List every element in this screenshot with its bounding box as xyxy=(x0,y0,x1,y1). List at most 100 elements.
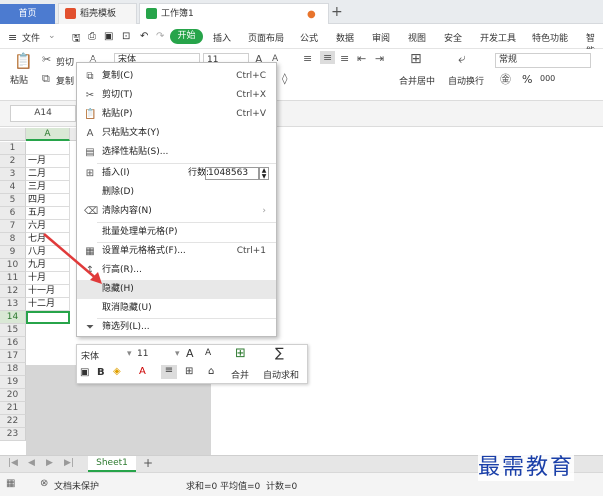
number-format-select[interactable]: 常规 xyxy=(495,53,591,68)
ctx-unhide[interactable]: 取消隐藏(U) xyxy=(77,299,276,318)
chevron-down-icon[interactable]: ▾ xyxy=(175,349,180,359)
cut-label[interactable]: 剪切 xyxy=(56,55,74,68)
menu-insert[interactable]: 插入 xyxy=(213,31,231,44)
wrap-text-label[interactable]: 自动换行 xyxy=(448,74,484,87)
row-header[interactable]: 15 xyxy=(0,324,26,337)
indent-increase-icon[interactable]: ⇥ xyxy=(375,52,384,65)
select-all-corner[interactable] xyxy=(0,128,26,141)
row-header[interactable]: 19 xyxy=(0,376,26,389)
row-header[interactable]: 20 xyxy=(0,389,26,402)
align-top-icon[interactable]: ≡ xyxy=(303,52,312,65)
save-icon[interactable]: 🖫 xyxy=(72,31,81,48)
cell-a14-selected[interactable] xyxy=(26,311,70,324)
row-header[interactable]: 9 xyxy=(0,246,26,259)
cell-a[interactable]: 四月 xyxy=(26,194,70,207)
autosum-icon[interactable]: ∑ xyxy=(275,346,284,361)
row-header[interactable]: 14 xyxy=(0,311,26,324)
row-header[interactable]: 21 xyxy=(0,402,26,415)
indent-decrease-icon[interactable]: ⇤ xyxy=(357,52,366,65)
row-header[interactable]: 8 xyxy=(0,233,26,246)
menu-file[interactable]: 文件 xyxy=(22,31,40,44)
next-sheet-icon[interactable]: ▶ xyxy=(46,458,53,468)
row-header[interactable]: 23 xyxy=(0,428,26,441)
row-header[interactable]: 6 xyxy=(0,207,26,220)
protection-status[interactable]: 文档未保护 xyxy=(54,479,99,492)
menu-data[interactable]: 数据 xyxy=(336,31,354,44)
row-header[interactable]: 22 xyxy=(0,415,26,428)
tab-workbook[interactable]: 工作簿1 ● xyxy=(139,3,329,24)
row-header[interactable]: 2 xyxy=(0,155,26,168)
paste-icon[interactable]: 📋 xyxy=(14,52,33,70)
merge-center-icon[interactable]: ⊞ xyxy=(410,51,422,67)
wrap-text-icon[interactable]: ⤶ xyxy=(458,51,466,67)
cell-a[interactable]: 一月 xyxy=(26,155,70,168)
fill-color-icon[interactable]: ◈ xyxy=(113,366,121,377)
spinner-icon[interactable]: ▲ ▼ xyxy=(259,167,269,180)
row-header[interactable]: 18 xyxy=(0,363,26,376)
row-header[interactable]: 7 xyxy=(0,220,26,233)
ctx-paste-text[interactable]: A 只粘贴文本(Y) xyxy=(77,124,276,143)
currency-icon[interactable]: ㊎ xyxy=(500,71,511,87)
format-painter-icon[interactable]: ▣ xyxy=(80,367,89,378)
paste-label[interactable]: 粘贴 xyxy=(10,73,28,86)
align-middle-icon[interactable]: ≡ xyxy=(320,51,336,64)
mini-merge-label[interactable]: 合并 xyxy=(231,368,249,381)
menu-review[interactable]: 审阅 xyxy=(372,31,390,44)
font-color-chevron-icon[interactable]: ◊ xyxy=(282,72,287,85)
menu-start[interactable]: 开始 xyxy=(170,29,203,44)
row-header[interactable]: 4 xyxy=(0,181,26,194)
chevron-down-icon[interactable]: ▾ xyxy=(127,349,132,359)
merge-center-label[interactable]: 合并居中 xyxy=(399,74,435,87)
ctx-paste[interactable]: 📋 粘贴(P) Ctrl+V xyxy=(77,105,276,124)
mini-font-name[interactable]: 宋体 xyxy=(81,349,99,362)
add-sheet-icon[interactable]: + xyxy=(143,456,153,470)
preview-icon[interactable]: ⊡ xyxy=(122,31,130,42)
cell-a[interactable]: 十二月 xyxy=(26,298,70,311)
decrease-font-icon[interactable]: A xyxy=(205,348,211,358)
redo-icon[interactable]: ↷ xyxy=(156,31,164,42)
mini-font-size[interactable]: 11 xyxy=(137,349,148,359)
row-header[interactable]: 11 xyxy=(0,272,26,285)
align-icon[interactable]: ≡ xyxy=(161,365,177,379)
tab-home[interactable]: 首页 xyxy=(0,4,55,25)
percent-button[interactable]: % xyxy=(522,73,532,86)
print-icon[interactable]: ▣ xyxy=(104,31,113,42)
hamburger-icon[interactable]: ≡ xyxy=(8,31,17,44)
sheet-tab-sheet1[interactable]: Sheet1 xyxy=(88,456,136,472)
cell-a[interactable]: 三月 xyxy=(26,181,70,194)
menu-view[interactable]: 视图 xyxy=(408,31,426,44)
row-header[interactable]: 16 xyxy=(0,337,26,350)
prev-sheet-icon[interactable]: ◀ xyxy=(28,458,35,468)
ctx-delete[interactable]: 删除(D) xyxy=(77,183,276,202)
first-sheet-icon[interactable]: |◀ xyxy=(8,458,18,468)
last-sheet-icon[interactable]: ▶| xyxy=(64,458,74,468)
menu-developer[interactable]: 开发工具 xyxy=(480,31,516,44)
menu-special[interactable]: 特色功能 xyxy=(532,31,568,44)
font-color-icon[interactable]: A xyxy=(139,366,146,377)
ctx-cut[interactable]: ✂ 剪切(T) Ctrl+X xyxy=(77,86,276,105)
copy-icon[interactable]: ⧉ xyxy=(42,72,50,86)
clear-format-icon[interactable]: ⌂ xyxy=(208,366,214,377)
ctx-insert-rows-input[interactable]: 1048563 xyxy=(205,167,259,180)
ctx-clear[interactable]: ⌫ 清除内容(N) › xyxy=(77,202,276,221)
align-bottom-icon[interactable]: ≡ xyxy=(340,52,349,65)
scissors-icon[interactable]: ✂ xyxy=(42,53,51,66)
ctx-copy[interactable]: ⧉ 复制(C) Ctrl+C xyxy=(77,67,276,86)
cell-a[interactable] xyxy=(26,142,70,155)
bold-button[interactable]: B xyxy=(97,367,105,378)
cell-a[interactable]: 五月 xyxy=(26,207,70,220)
borders-icon[interactable]: ⊞ xyxy=(185,366,193,377)
row-header[interactable]: 13 xyxy=(0,298,26,311)
mini-autosum-label[interactable]: 自动求和 xyxy=(263,368,299,381)
new-tab-plus-icon[interactable]: + xyxy=(331,4,343,20)
row-header[interactable]: 12 xyxy=(0,285,26,298)
undo-icon[interactable]: ↶ xyxy=(140,31,148,42)
menu-security[interactable]: 安全 xyxy=(444,31,462,44)
export-icon[interactable]: ⎙ xyxy=(88,31,96,42)
merge-icon[interactable]: ⊞ xyxy=(235,346,246,361)
cell-a[interactable]: 二月 xyxy=(26,168,70,181)
ctx-insert[interactable]: ⊞ 插入(I) 行数: 1048563 ▲ ▼ xyxy=(77,164,276,183)
grid-view-icon[interactable]: ▦ xyxy=(6,478,15,489)
row-header[interactable]: 1 xyxy=(0,142,26,155)
copy-label[interactable]: 复制 xyxy=(56,74,74,87)
